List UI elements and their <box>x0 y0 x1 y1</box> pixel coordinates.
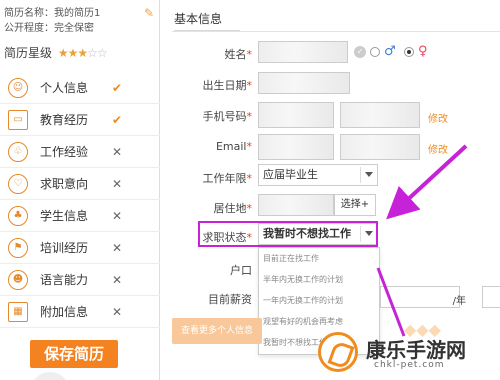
watermark-title: 康乐手游网 <box>366 338 466 362</box>
smile-icon: ☻ <box>8 269 28 290</box>
residence-select-button[interactable]: 选择+ <box>334 194 376 216</box>
hukou-label: 户口 <box>230 264 252 277</box>
watermark-logo <box>318 332 358 372</box>
complete-check-icon: ✔ <box>111 80 122 95</box>
gender-female-radio[interactable] <box>404 47 414 57</box>
incomplete-x-icon: ✕ <box>111 176 122 191</box>
name-input[interactable] <box>258 41 348 63</box>
save-resume-button[interactable]: 保存简历 <box>30 340 118 368</box>
email-input-2[interactable] <box>340 134 420 160</box>
dropdown-option[interactable]: 目前正在找工作 <box>259 248 379 269</box>
salary-unit: /年 <box>452 296 466 307</box>
chevron-down-icon <box>365 172 373 177</box>
rating-stars: ★★★☆☆ <box>57 46 108 60</box>
phone-input-2[interactable] <box>340 102 420 128</box>
complete-check-icon: ✔ <box>111 112 122 127</box>
certificate-icon: ▭ <box>8 109 28 130</box>
sidebar-nav: ☺ 个人信息 ✔ ▭ 教育经历 ✔ ♧ 工作经验 ✕ ♡ 求职意向 ✕ ♣ 学生… <box>0 72 160 328</box>
check-circle-icon: ✓ <box>354 46 366 58</box>
incomplete-x-icon: ✕ <box>111 304 122 319</box>
grid-icon: ▦ <box>8 301 28 322</box>
work-years-select[interactable]: 应届毕业生 <box>258 164 378 186</box>
incomplete-x-icon: ✕ <box>111 240 122 255</box>
phone-modify-link[interactable]: 修改 <box>428 110 448 125</box>
male-avatar-icon: ♂ <box>384 44 396 59</box>
work-years-label: 工作年限* <box>202 172 253 185</box>
sprout-icon: ♣ <box>8 205 28 226</box>
sidebar-item-label: 教育经历 <box>40 113 89 127</box>
salary-label: 目前薪资 <box>208 293 252 306</box>
resume-meta: 简历名称：我的简历1 公开程度：完全保密 <box>4 6 100 36</box>
bottom-decoration <box>30 372 70 380</box>
site-watermark: ◆◆◆ 康乐手游网 chkl-pet.com <box>318 320 498 376</box>
sidebar-item-label: 学生信息 <box>40 209 89 223</box>
resume-name: 简历名称：我的简历1 <box>4 8 101 19</box>
sidebar-item-language[interactable]: ☻ 语言能力 ✕ <box>0 264 160 296</box>
dropdown-option[interactable]: 观望有好的机会再考虑 <box>259 311 379 332</box>
section-divider <box>172 31 500 32</box>
sidebar-item-education[interactable]: ▭ 教育经历 ✔ <box>0 104 160 136</box>
sidebar-item-student-info[interactable]: ♣ 学生信息 ✕ <box>0 200 160 232</box>
birthday-input[interactable] <box>258 72 350 94</box>
highlight-box <box>198 221 378 247</box>
sidebar-item-personal-info[interactable]: ☺ 个人信息 ✔ <box>0 72 160 104</box>
name-label: 姓名* <box>224 48 253 61</box>
sidebar-item-training[interactable]: ⚑ 培训经历 ✕ <box>0 232 160 264</box>
birthday-label: 出生日期* <box>202 79 253 92</box>
sidebar-item-work-experience[interactable]: ♧ 工作经验 ✕ <box>0 136 160 168</box>
watermark-subtitle: chkl-pet.com <box>374 360 445 370</box>
phone-input[interactable] <box>258 102 334 128</box>
edit-pencil-icon[interactable]: ✎ <box>144 6 154 20</box>
sidebar-item-label: 个人信息 <box>40 81 89 95</box>
resume-sidebar: 简历名称：我的简历1 公开程度：完全保密 ✎ 简历星级 ★★★☆☆ ☺ 个人信息… <box>0 0 160 380</box>
incomplete-x-icon: ✕ <box>111 272 122 287</box>
person-icon: ☺ <box>8 77 28 98</box>
email-input[interactable] <box>258 134 334 160</box>
sidebar-item-label: 附加信息 <box>40 305 89 319</box>
phone-label: 手机号码* <box>202 110 253 123</box>
email-label: Email* <box>215 140 252 153</box>
dropdown-option[interactable]: 半年内无换工作的计划 <box>259 269 379 290</box>
dropdown-option[interactable]: 一年内无换工作的计划 <box>259 290 379 311</box>
sidebar-item-additional[interactable]: ▦ 附加信息 ✕ <box>0 296 160 328</box>
email-modify-link[interactable]: 修改 <box>428 141 448 156</box>
resume-visibility: 公开程度：完全保密 <box>4 23 94 34</box>
sidebar-item-label: 语言能力 <box>40 273 89 287</box>
residence-input[interactable] <box>258 194 334 216</box>
flag-icon: ⚑ <box>8 237 28 258</box>
section-title: 基本信息 <box>174 10 241 32</box>
salary-currency-select[interactable] <box>482 286 500 308</box>
rating-row: 简历星级 ★★★☆☆ <box>4 44 108 61</box>
gender-male-radio[interactable] <box>370 47 380 57</box>
rating-label: 简历星级 <box>4 46 53 60</box>
incomplete-x-icon: ✕ <box>111 144 122 159</box>
more-personal-info-button[interactable]: 查看更多个人信息 <box>172 318 262 344</box>
sidebar-item-label: 工作经验 <box>40 145 89 159</box>
lungs-icon: ♧ <box>8 141 28 162</box>
basic-info-panel: 基本信息 姓名* ✓ ♂ ♀ 出生日期* 手机号码* 修改 Email* 修改 … <box>172 0 500 380</box>
heart-hand-icon: ♡ <box>8 173 28 194</box>
sidebar-item-job-intention[interactable]: ♡ 求职意向 ✕ <box>0 168 160 200</box>
female-avatar-icon: ♀ <box>418 44 428 59</box>
residence-label: 居住地* <box>213 202 253 215</box>
sidebar-item-label: 培训经历 <box>40 241 89 255</box>
incomplete-x-icon: ✕ <box>111 208 122 223</box>
sidebar-item-label: 求职意向 <box>40 177 89 191</box>
